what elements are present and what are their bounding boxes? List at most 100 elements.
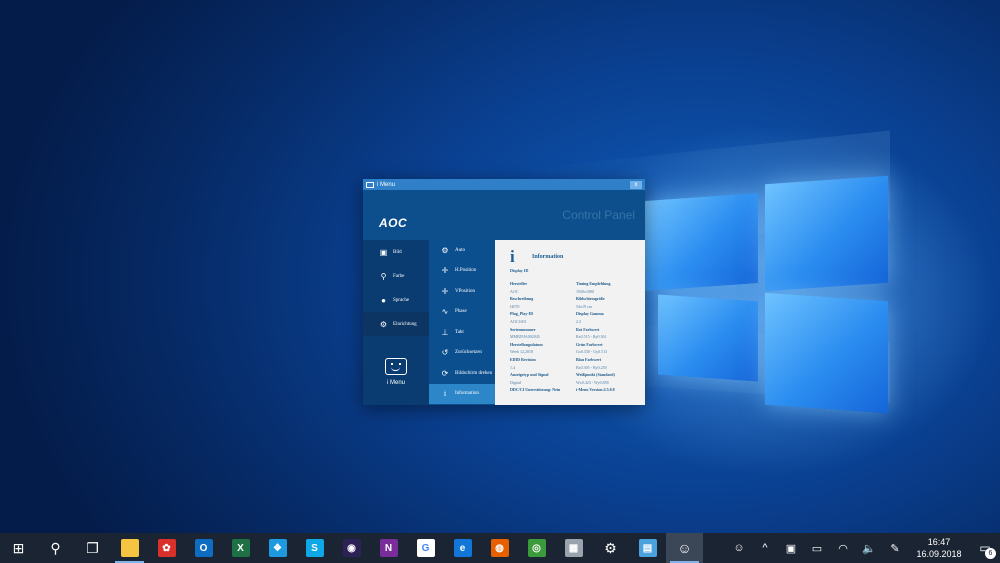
taskbar-app-grey-button[interactable]: ▦ [555,533,592,563]
info-icon: i [443,389,447,399]
start-icon: ⊞ [12,539,25,556]
rotate-screen-icon: ⟳ [441,368,449,378]
taskbar-outlook-button[interactable]: O [185,533,222,563]
info-value: 54x19 cm [576,303,592,309]
taskbar-photos-app-button[interactable]: ✿ [148,533,185,563]
info-value: Wx0.423 - Wy0.858 [576,379,609,385]
sub-nav-label: Auto [455,247,465,253]
window-titlebar[interactable]: i Menu x [363,179,645,190]
chrome-icon: ◎ [527,539,546,557]
main-nav: ▣ Bild ⚲ Farbe ● Sprache ⚙ Einrichtung i… [363,240,429,405]
notification-badge: 6 [985,548,996,559]
nav-item-sprache[interactable]: ● Sprache [363,288,429,312]
taskbar-task-view-button[interactable]: ❐ [74,533,111,563]
windows-logo-pane [658,294,758,382]
imenu-window: i Menu x AOC Control Panel ▣ Bild ⚲ Farb… [363,179,645,405]
imenu-logo: i Menu [363,344,429,400]
info-title: Information [532,254,564,260]
info-label: Display Gamma [576,311,604,317]
onenote-icon: N [379,539,398,557]
sub-nav-phase[interactable]: ∿ Phase [429,302,495,323]
taskbar-app-blue-button[interactable]: ❖ [259,533,296,563]
pen-icon[interactable]: ✎ [882,533,908,563]
info-label: Grün Farbwert [576,341,603,347]
info-label: Rot Farbwert [576,326,600,332]
taskbar-settings-button[interactable]: ⚙ [592,533,629,563]
sub-nav-takt[interactable]: ⊥ Takt [429,322,495,343]
windows-logo-pane [765,292,888,414]
info-label: i-Menu Version:2.5.0.8 [576,387,615,393]
imenu-face-icon [385,358,407,375]
sub-nav-auto[interactable]: ⚙ Auto [429,240,495,261]
nav-item-bild[interactable]: ▣ Bild [363,240,429,264]
volume-icon[interactable]: 🔈 [856,533,882,563]
sub-nav-label: Information [455,391,479,397]
app-tray-icon[interactable]: ▣ [778,533,804,563]
taskbar-google-button[interactable]: G [407,533,444,563]
aoc-logo: AOC [379,216,408,230]
nav-item-einrichtung[interactable]: ⚙ Einrichtung [363,312,429,336]
sub-nav-information[interactable]: i Information [429,383,495,404]
outlook-icon: O [194,539,213,557]
info-label: Anzeigetyp und Signal [510,372,549,378]
reset-icon: ↺ [441,348,449,358]
sub-nav-label: Bildschirm drehen [455,370,493,376]
clock-time: 16:47 [927,537,951,547]
clock[interactable]: 16:47 16.09.2018 [908,536,970,560]
sub-nav-v-position[interactable]: ✛ VPosition [429,281,495,302]
file-explorer-icon [120,539,139,557]
info-label: EDID Revision [510,356,536,362]
info-value: AOC [510,288,519,294]
close-button[interactable]: x [630,180,642,189]
gear-icon: ⚙ [379,319,388,329]
taskbar-file-explorer-button[interactable] [111,533,148,563]
control-panel-title: Control Panel [562,208,635,222]
info-value: 1.4 [510,364,515,370]
action-center-button[interactable]: ▭ 6 [970,533,1000,563]
taskbar-control-app-button[interactable]: ▤ [629,533,666,563]
taskbar-edge-button[interactable]: e [444,533,481,563]
imenu-label: i Menu [386,380,405,386]
taskbar-imenu-taskbar-button[interactable]: ☺ [666,533,703,563]
taskbar-eclipse-button[interactable]: ◉ [333,533,370,563]
google-icon: G [416,539,435,557]
info-label: Blau Farbwert [576,356,602,362]
people-icon[interactable]: ☺ [726,533,752,563]
info-value: Bx0.305 - By0.250 [576,364,607,370]
info-label: Seriennummer [510,326,536,332]
taskbar-onenote-button[interactable]: N [370,533,407,563]
taskbar: ⊞ ⚲ ❐ ✿ O X ❖ S ◉ N Ge ◍ ◎ ▦ ⚙ ▤ ☺ ☺ ^ ▣ ▭ ◠ 🔈 ✎ 16:47 1… [0,533,1000,563]
sub-nav-h-position[interactable]: ✛ H.Position [429,261,495,282]
taskbar-excel-button[interactable]: X [222,533,259,563]
settings-icon: ⚙ [604,539,617,556]
taskbar-skype-button[interactable]: S [296,533,333,563]
wifi-icon[interactable]: ◠ [830,533,856,563]
monitor-icon [366,181,374,188]
window-title: i Menu [377,181,396,188]
taskbar-search-button[interactable]: ⚲ [37,533,74,563]
information-panel: i Information Display ID Hersteller Timin… [495,240,645,405]
sub-nav-label: Phase [455,309,467,315]
imenu-taskbar-icon: ☺ [677,540,692,556]
info-value: Week 12,2018 [510,349,534,355]
color-icon: ⚲ [380,271,387,281]
info-grid: Hersteller Timing Empfehlung AOC 1920x1080 B… [510,280,637,394]
windows-logo-pane [765,175,888,292]
chevron-up-icon[interactable]: ^ [752,533,778,563]
taskbar-start-button[interactable]: ⊞ [0,533,37,563]
sub-nav-label: Zurücksetzen [455,350,482,356]
taskbar-chrome-button[interactable]: ◎ [518,533,555,563]
sub-nav-reset[interactable]: ↺ Zurücksetzen [429,343,495,364]
info-value: I4070 [510,303,520,309]
nav-item-farbe[interactable]: ⚲ Farbe [363,264,429,288]
info-large-icon: i [510,247,515,266]
info-label: Bildschirmgröße [576,296,605,302]
info-label: DDC/CI Unterstützung: Nein [510,387,561,393]
sub-nav-rotate[interactable]: ⟳ Bildschirm drehen [429,363,495,384]
phase-icon: ∿ [441,307,449,317]
taskbar-firefox-button[interactable]: ◍ [481,533,518,563]
app-blue-icon: ❖ [268,539,287,557]
gear-icon: ⚙ [441,245,449,255]
info-value: MMBJ9JA002045 [510,334,540,340]
battery-icon[interactable]: ▭ [804,533,830,563]
